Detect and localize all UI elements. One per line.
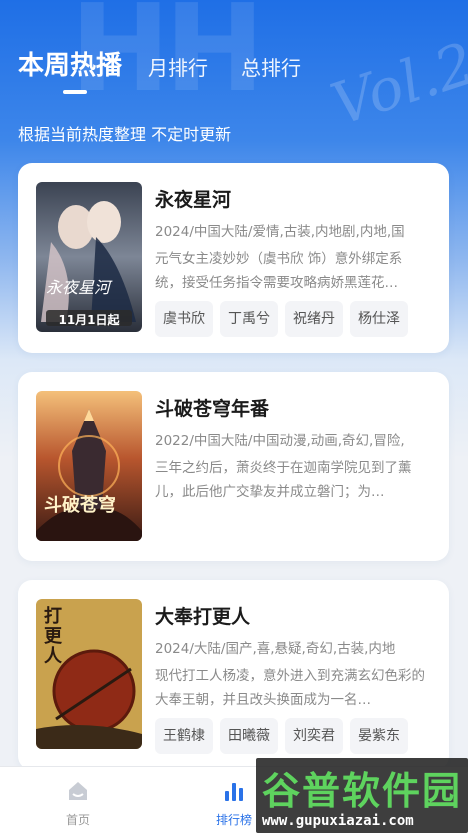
poster-image[interactable]: 斗破苍穹 <box>36 391 142 541</box>
watermark-title: 谷普软件园 <box>262 769 463 813</box>
watermark-url: www.gupuxiazai.com <box>262 813 414 829</box>
drama-card[interactable]: 11月1日起 永夜星河 永夜星河 2024/中国大陆/爱情,古装,内地剧,内地,… <box>18 163 449 353</box>
poster-image[interactable]: 11月1日起 永夜星河 <box>36 182 142 332</box>
cast-chip[interactable]: 刘奕君 <box>285 718 343 754</box>
drama-title[interactable]: 斗破苍穹年番 <box>155 394 269 421</box>
drama-card[interactable]: 斗破苍穹 斗破苍穹年番 2022/中国大陆/中国动漫,动画,奇幻,冒险, 三年之… <box>18 372 449 561</box>
drama-title[interactable]: 永夜星河 <box>155 185 231 212</box>
drama-title[interactable]: 大奉打更人 <box>155 602 250 629</box>
poster-image[interactable]: 打更人 <box>36 599 142 749</box>
drama-meta: 2022/中国大陆/中国动漫,动画,奇幻,冒险, <box>155 433 405 449</box>
bar-chart-icon <box>225 783 243 801</box>
cast-chip[interactable]: 杨仕泽 <box>350 301 408 337</box>
drama-card[interactable]: 打更人 大奉打更人 2024/大陆/国产,喜,悬疑,奇幻,古装,内地 现代打工人… <box>18 580 449 770</box>
cast-chip[interactable]: 晏紫东 <box>350 718 408 754</box>
drama-description: 三年之约后，萧炎终于在迦南学院见到了薰儿，此后他广交挚友并成立磐门；为… <box>155 460 412 500</box>
drama-meta: 2024/大陆/国产,喜,悬疑,奇幻,古装,内地 <box>155 641 396 657</box>
cast-chip[interactable]: 田曦薇 <box>220 718 278 754</box>
poster-title-overlay: 永夜星河 <box>46 278 111 297</box>
tab-indicator <box>63 90 87 94</box>
cast-chip[interactable]: 丁禹兮 <box>220 301 278 337</box>
cast-chip[interactable]: 虞书欣 <box>155 301 213 337</box>
tab-monthly[interactable]: 月排行 <box>148 52 208 81</box>
drama-description: 现代打工人杨凌，意外进入到充满玄幻色彩的大奉王朝，并且改头换面成为一名… <box>155 668 425 708</box>
drama-meta: 2024/中国大陆/爱情,古装,内地剧,内地,国 <box>155 224 405 240</box>
watermark-logo: 谷普软件园 www.gupuxiazai.com <box>256 758 468 833</box>
nav-home-label: 首页 <box>65 813 90 827</box>
home-icon <box>69 782 87 800</box>
hero-decoration-script: Vol.2 <box>323 29 468 139</box>
cast-chip[interactable]: 王鹤棣 <box>155 718 213 754</box>
nav-home[interactable]: 首页 <box>38 767 118 833</box>
tab-weekly[interactable]: 本周热播 <box>18 45 122 82</box>
poster-title-overlay: 打更人 <box>44 606 62 667</box>
tab-all-time[interactable]: 总排行 <box>241 52 301 81</box>
page-subtitle: 根据当前热度整理 不定时更新 <box>18 125 232 144</box>
cast-chip[interactable]: 祝绪丹 <box>285 301 343 337</box>
poster-date-label: 11月1日起 <box>58 313 120 327</box>
drama-description: 元气女主凌妙妙（虞书欣 饰）意外绑定系统，接受任务指令需要攻略病娇黑莲花… <box>155 251 403 291</box>
poster-title-overlay: 斗破苍穹 <box>44 495 116 516</box>
